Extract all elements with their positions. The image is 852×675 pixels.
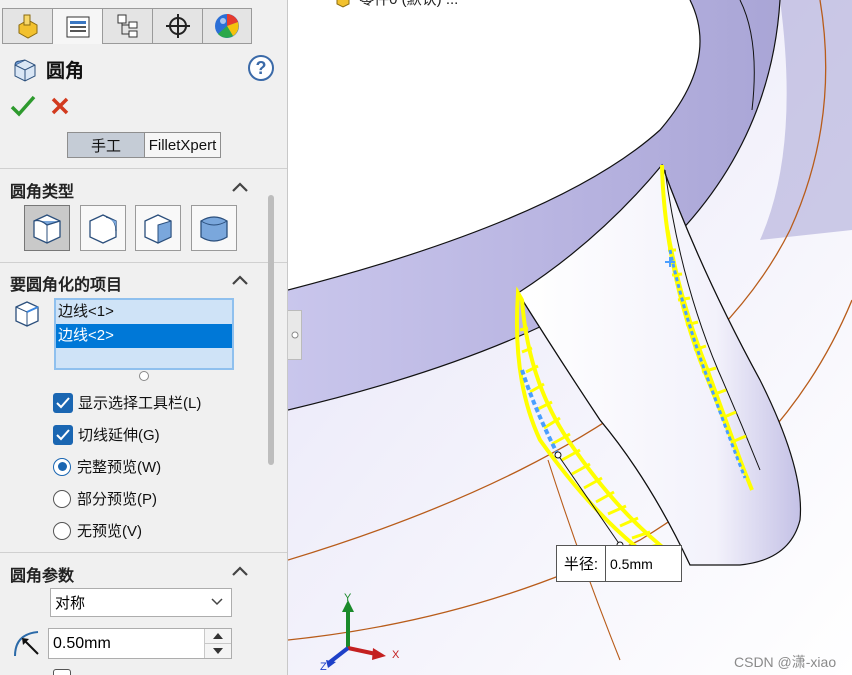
full-round-fillet-icon bbox=[200, 216, 228, 242]
collapse-chevron-icon[interactable] bbox=[230, 273, 250, 287]
divider bbox=[0, 168, 287, 169]
show-selection-toolbar-checkbox[interactable]: 显示选择工具栏(L) bbox=[53, 392, 201, 413]
property-manager-panel: 圆角 ? 手工 FilletXpert 圆角类型 要圆角化的项目 边线<1> 边… bbox=[0, 0, 288, 675]
tangent-propagation-checkbox[interactable]: 切线延伸(G) bbox=[53, 424, 160, 445]
triangle-up-icon bbox=[213, 633, 223, 639]
property-manager-icon bbox=[66, 16, 89, 37]
pm-header: 圆角 bbox=[12, 56, 84, 83]
face-fillet-icon bbox=[144, 214, 172, 244]
configuration-manager-tab[interactable] bbox=[102, 8, 152, 44]
list-item[interactable]: 边线<2> bbox=[56, 324, 232, 348]
variable-size-fillet-icon bbox=[89, 214, 117, 244]
list-item[interactable]: 边线<1> bbox=[56, 300, 232, 324]
close-icon bbox=[51, 97, 69, 115]
radius-spinner bbox=[204, 629, 231, 658]
radio-unselected-icon bbox=[53, 489, 71, 508]
flyout-tree-label: 零件0 (默认) ... bbox=[359, 0, 458, 8]
multi-radius-checkbox[interactable] bbox=[53, 669, 71, 675]
panel-scrollbar[interactable] bbox=[268, 195, 274, 465]
panel-collapse-handle[interactable] bbox=[288, 310, 302, 360]
checkbox-label: 切线延伸(G) bbox=[78, 427, 160, 444]
radius-callout[interactable]: 半径: 0.5mm bbox=[556, 545, 682, 582]
fillet-method-select[interactable]: 对称 bbox=[50, 588, 232, 617]
radio-label: 完整预览(W) bbox=[77, 459, 162, 476]
items-to-fillet-heading: 要圆角化的项目 bbox=[10, 277, 123, 294]
mode-switch: 手工 FilletXpert bbox=[67, 132, 221, 158]
dimxpert-icon bbox=[165, 14, 190, 38]
collapse-chevron-icon[interactable] bbox=[230, 564, 250, 578]
filletxpert-mode-button[interactable]: FilletXpert bbox=[145, 132, 221, 158]
spin-up-button[interactable] bbox=[205, 629, 231, 644]
dimxpert-tab[interactable] bbox=[152, 8, 202, 44]
radius-icon bbox=[14, 631, 39, 657]
configuration-manager-icon bbox=[117, 14, 137, 38]
fillet-params-heading: 圆角参数 bbox=[10, 568, 75, 585]
divider bbox=[0, 552, 287, 553]
face-fillet-button[interactable] bbox=[135, 205, 181, 251]
triangle-down-icon bbox=[213, 648, 223, 654]
radio-label: 部分预览(P) bbox=[77, 491, 157, 508]
radius-input[interactable]: 0.50mm bbox=[48, 628, 232, 659]
fillet-type-heading: 圆角类型 bbox=[10, 184, 75, 201]
divider bbox=[0, 262, 287, 263]
radio-label: 无预览(V) bbox=[77, 523, 142, 540]
fillet-feature-icon bbox=[14, 58, 36, 82]
help-icon: ? bbox=[255, 57, 267, 78]
radius-value: 0.50mm bbox=[53, 634, 111, 652]
display-manager-icon bbox=[215, 14, 239, 38]
constant-size-fillet-icon bbox=[33, 214, 61, 244]
handle-dot-icon bbox=[291, 331, 298, 339]
chevron-down-icon bbox=[211, 598, 223, 606]
radius-callout-label: 半径: bbox=[557, 546, 606, 581]
checkbox-checked-icon bbox=[53, 392, 73, 413]
spin-down-button[interactable] bbox=[205, 644, 231, 658]
help-button[interactable]: ? bbox=[248, 55, 274, 81]
manual-mode-button[interactable]: 手工 bbox=[67, 132, 145, 158]
cancel-button[interactable] bbox=[50, 96, 70, 121]
fillet-method-value: 对称 bbox=[55, 595, 86, 612]
axis-y-label: Y bbox=[344, 592, 352, 604]
collapse-chevron-icon[interactable] bbox=[230, 180, 250, 194]
page-title: 圆角 bbox=[46, 61, 85, 82]
constant-size-fillet-button[interactable] bbox=[24, 205, 70, 251]
selected-edges-list[interactable]: 边线<1> 边线<2> bbox=[54, 298, 234, 370]
checkbox-label: 显示选择工具栏(L) bbox=[78, 395, 202, 412]
full-round-fillet-button[interactable] bbox=[191, 205, 237, 251]
feature-manager-tab[interactable] bbox=[2, 8, 52, 44]
checkmark-icon bbox=[10, 95, 36, 117]
manager-tabs bbox=[2, 8, 252, 46]
radio-unselected-icon bbox=[53, 521, 71, 540]
axis-z-label: Z bbox=[320, 661, 327, 670]
axis-x-label: X bbox=[392, 649, 400, 661]
flyout-tree-item[interactable]: 零件0 (默认) ... bbox=[335, 0, 458, 9]
feature-manager-icon bbox=[18, 14, 37, 39]
checkbox-checked-icon bbox=[53, 424, 73, 445]
part-icon bbox=[336, 0, 350, 8]
watermark: CSDN @潇-xiao bbox=[734, 654, 837, 670]
edge-selection-icon bbox=[15, 301, 39, 327]
variable-size-fillet-button[interactable] bbox=[80, 205, 126, 251]
radio-selected-icon bbox=[53, 457, 71, 476]
ok-button[interactable] bbox=[10, 94, 36, 123]
property-manager-tab[interactable] bbox=[52, 8, 102, 44]
radius-callout-value[interactable]: 0.5mm bbox=[606, 556, 653, 572]
no-preview-radio[interactable]: 无预览(V) bbox=[53, 520, 142, 541]
display-manager-tab[interactable] bbox=[202, 8, 252, 44]
axis-triad: Y X Z bbox=[320, 592, 400, 670]
partial-preview-radio[interactable]: 部分预览(P) bbox=[53, 488, 157, 509]
full-preview-radio[interactable]: 完整预览(W) bbox=[53, 456, 161, 477]
list-resize-handle[interactable] bbox=[139, 371, 149, 381]
